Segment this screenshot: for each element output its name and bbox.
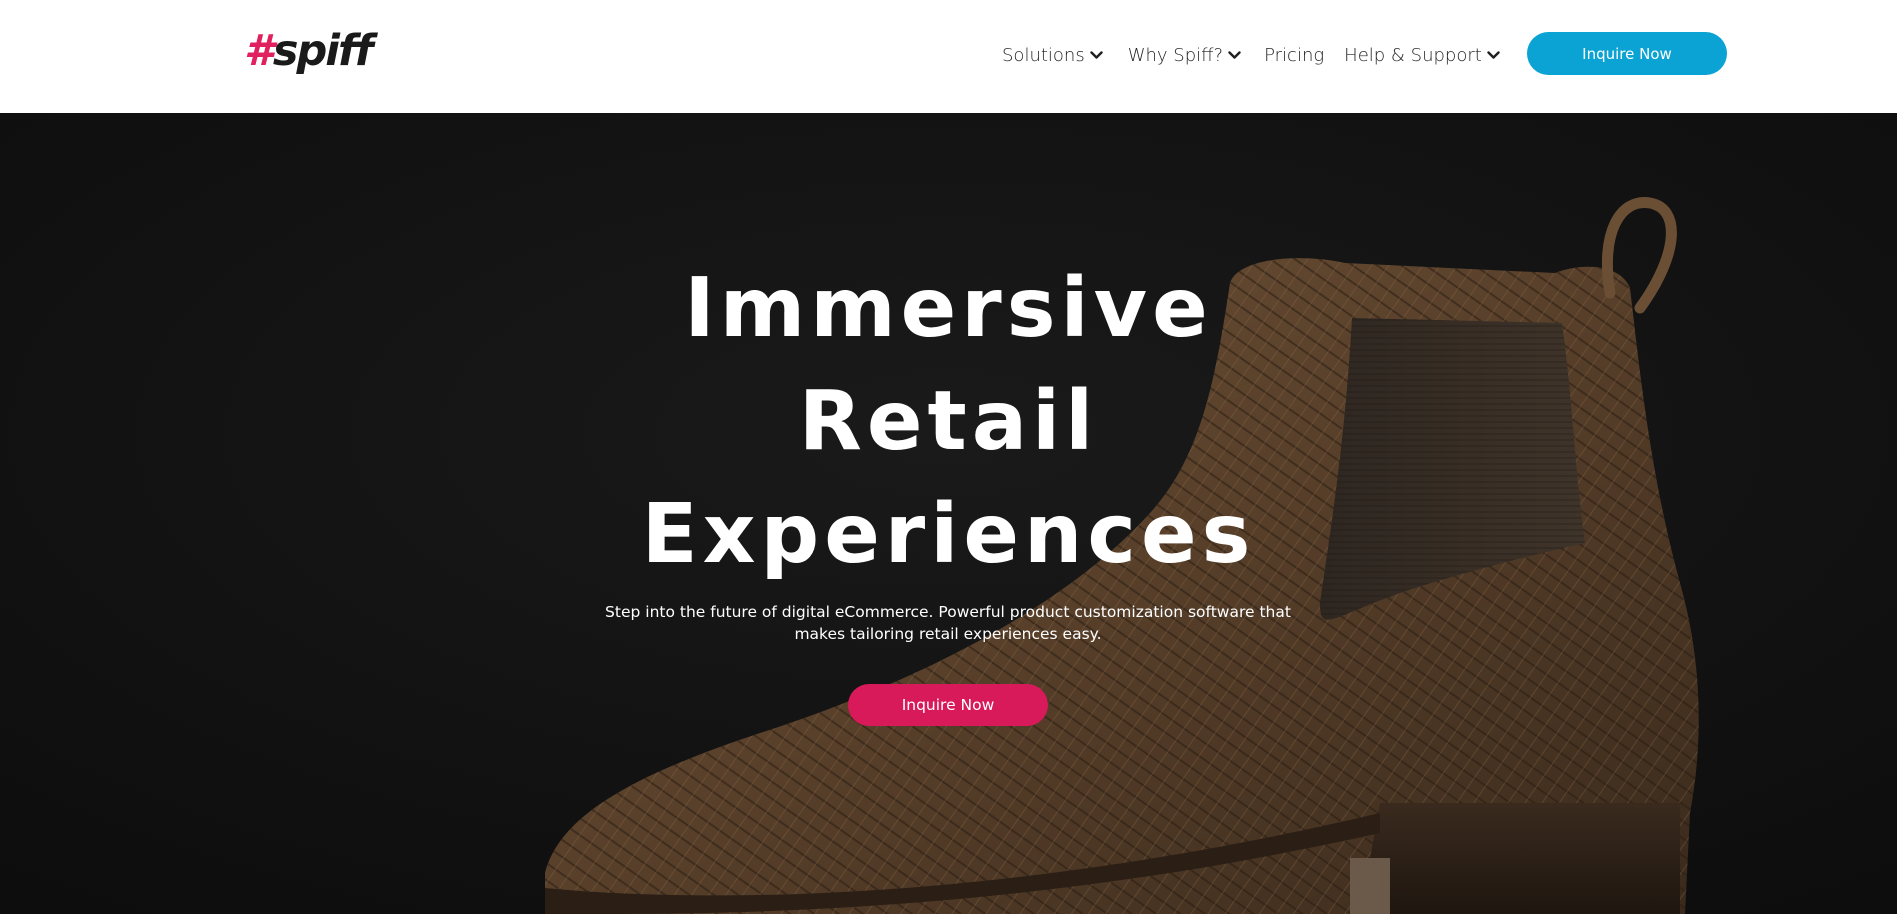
chevron-down-icon [1487, 50, 1500, 60]
chevron-down-icon [1090, 50, 1103, 60]
logo-hash: # [244, 25, 274, 76]
hero-title-line-1: Immersive [684, 261, 1213, 356]
hero-title-line-2: Retail [798, 374, 1099, 469]
nav-item-pricing[interactable]: Pricing [1264, 45, 1324, 66]
nav-item-label: Solutions [1002, 44, 1085, 66]
hero-subtitle: Step into the future of digital eCommerc… [605, 603, 1291, 643]
hero-title-line-3: Experiences [641, 487, 1256, 582]
nav-item-help-support[interactable]: Help & Support [1344, 45, 1500, 66]
nav-item-why-spiff[interactable]: Why Spiff? [1128, 45, 1241, 66]
hero-section: Immersive Retail Experiences Step into t… [0, 113, 1897, 914]
nav-item-solutions[interactable]: Solutions [1002, 45, 1103, 66]
chevron-down-icon [1228, 50, 1241, 60]
nav-item-label: Why Spiff? [1127, 44, 1224, 66]
nav-item-label: Help & Support [1344, 44, 1482, 66]
main-nav: Solutions Why Spiff? Pricing Help & Supp… [1002, 40, 1500, 70]
logo-wordmark: spiff [272, 25, 374, 76]
hero-inquire-now-button[interactable]: Inquire Now [848, 684, 1048, 726]
spiff-logo[interactable]: # spiff [244, 25, 374, 76]
inquire-now-button[interactable]: Inquire Now [1527, 32, 1727, 75]
site-header: # spiff Solutions Why Spiff? Pricing Help… [0, 0, 1897, 113]
nav-item-label: Pricing [1264, 44, 1325, 66]
